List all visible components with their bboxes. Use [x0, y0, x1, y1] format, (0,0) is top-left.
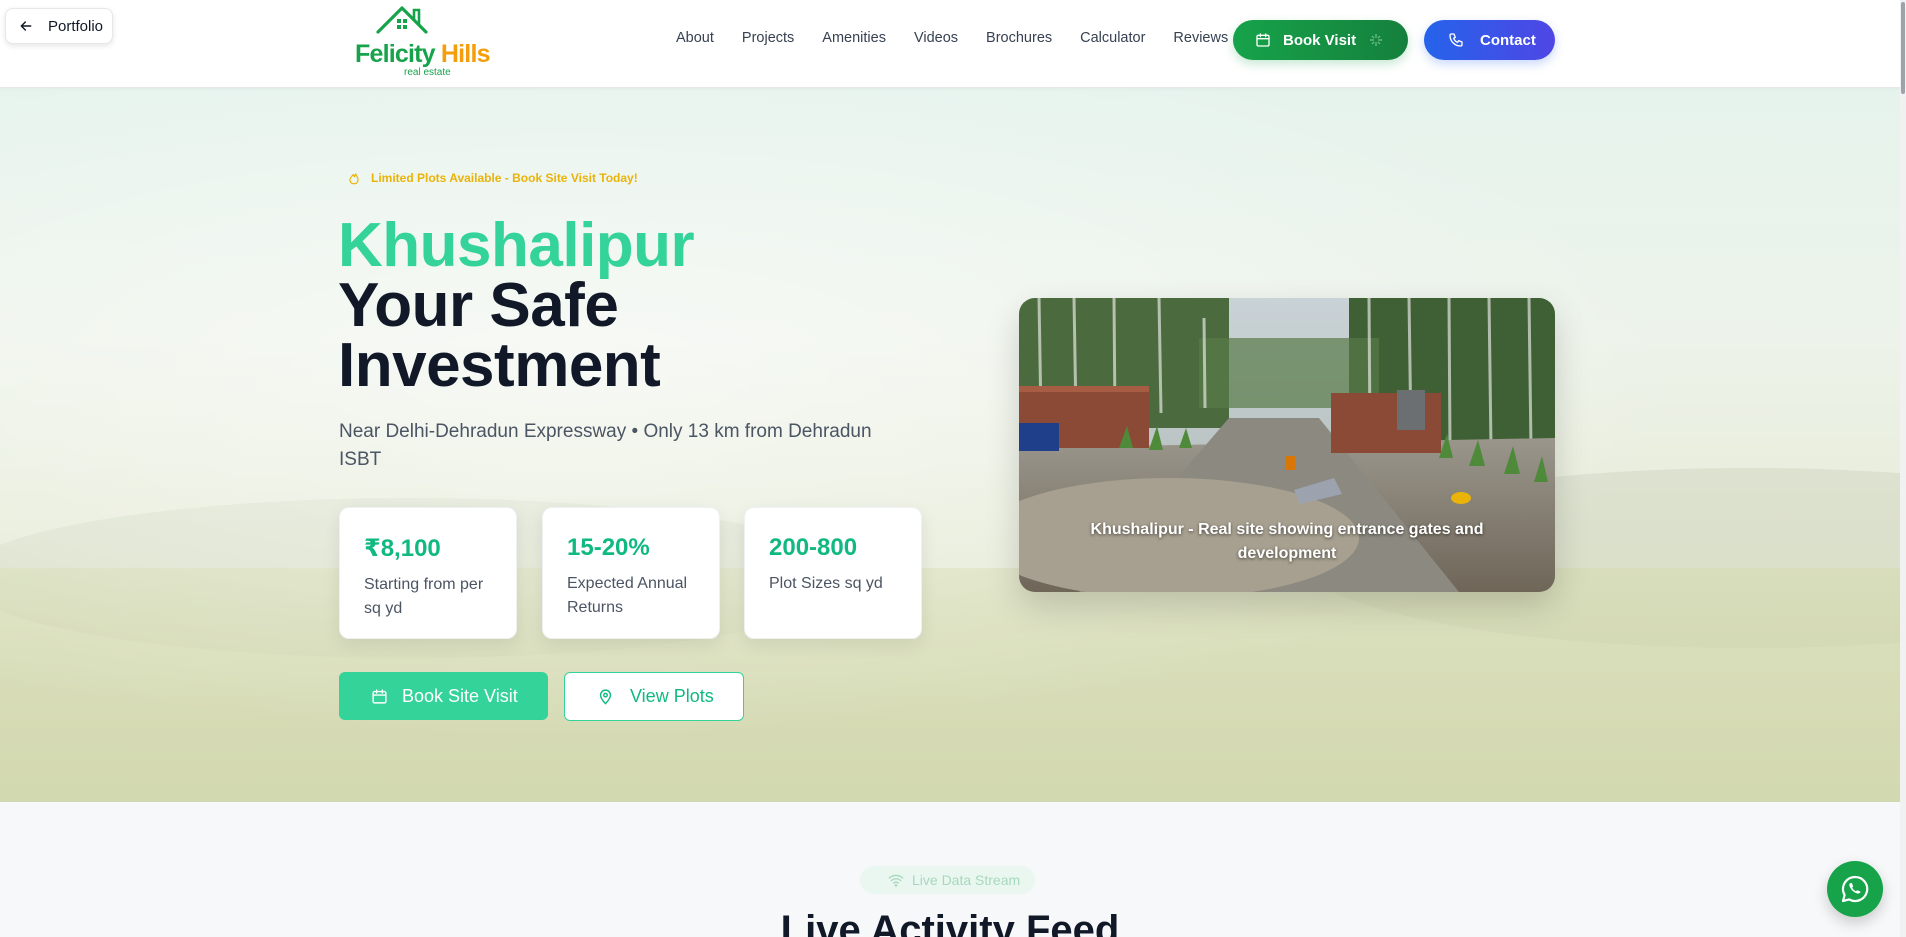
- page-scrollbar[interactable]: [1900, 0, 1906, 937]
- felicity-hills-logo[interactable]: Felicity Hills real estate: [352, 4, 492, 78]
- stat-card-returns: 15-20% Expected Annual Returns: [542, 507, 720, 639]
- view-plots-button[interactable]: View Plots: [564, 672, 744, 721]
- portfolio-label: Portfolio: [48, 17, 104, 35]
- nav-item-projects[interactable]: Projects: [742, 30, 794, 46]
- book-site-visit-label: Book Site Visit: [402, 685, 518, 706]
- sparkle-icon: [1370, 34, 1383, 46]
- map-pin-icon: [599, 689, 612, 705]
- site-photo-caption: Khushalipur - Real site showing entrance…: [1090, 521, 1484, 562]
- book-site-visit-button[interactable]: Book Site Visit: [339, 672, 548, 720]
- badge-text: Limited Plots Available - Book Site Visi…: [371, 171, 638, 185]
- view-plots-label: View Plots: [630, 686, 714, 706]
- wifi-icon: [888, 874, 904, 887]
- main-nav: About Projects Amenities Videos Brochure…: [676, 30, 1228, 46]
- nav-item-brochures[interactable]: Brochures: [986, 30, 1052, 46]
- stat-value: 200-800: [769, 534, 858, 561]
- hero-section: Limited Plots Available - Book Site Visi…: [0, 88, 1900, 802]
- stat-label: Plot Sizes sq yd: [769, 575, 883, 592]
- site-photo-card[interactable]: Khushalipur - Real site showing entrance…: [1019, 298, 1555, 592]
- stat-value: 15-20%: [567, 534, 650, 561]
- portfolio-back-button[interactable]: Portfolio: [5, 8, 113, 44]
- book-visit-label: Book Visit: [1283, 31, 1357, 49]
- nav-item-reviews[interactable]: Reviews: [1173, 30, 1228, 46]
- hero-title-line3: Investment: [338, 331, 661, 400]
- nav-item-videos[interactable]: Videos: [914, 30, 958, 46]
- logo-wordmark: Felicity Hills: [355, 40, 490, 69]
- whatsapp-chat-button[interactable]: [1827, 861, 1883, 917]
- stat-card-plot-sizes: 200-800 Plot Sizes sq yd: [744, 507, 922, 639]
- stat-card-price: ₹8,100 Starting from per sq yd: [339, 507, 517, 639]
- hero-title-line2: Your Safe: [338, 271, 619, 340]
- logo-word-felicity: Felicity: [355, 40, 436, 68]
- arrow-left-icon: [20, 21, 32, 31]
- contact-label: Contact: [1480, 31, 1536, 49]
- stat-label: Expected Annual Returns: [567, 575, 688, 616]
- calendar-icon: [372, 688, 387, 704]
- nav-item-about[interactable]: About: [676, 30, 714, 46]
- nav-item-amenities[interactable]: Amenities: [822, 30, 886, 46]
- stat-label: Starting from per sq yd: [364, 576, 484, 617]
- house-roof-icon: [376, 6, 428, 34]
- hero-subtitle: Near Delhi-Dehradun Expressway • Only 13…: [339, 421, 872, 470]
- logo-word-hills: Hills: [440, 40, 491, 68]
- scrollbar-thumb[interactable]: [1901, 2, 1905, 94]
- phone-icon: [1449, 33, 1463, 47]
- hero-title-location: Khushalipur: [338, 211, 695, 280]
- hero-title: Khushalipur Your Safe Investment: [338, 211, 695, 400]
- site-header: Portfolio Felicity Hills real estate Abo…: [0, 0, 1900, 88]
- contact-button[interactable]: Contact: [1424, 20, 1555, 60]
- limited-plots-badge: Limited Plots Available - Book Site Visi…: [347, 171, 638, 185]
- hero-bg-haze: [0, 88, 1900, 802]
- section-title: Live Activity Feed: [780, 908, 1120, 937]
- stat-value: ₹8,100: [364, 535, 441, 562]
- live-pill-label: Live Data Stream: [912, 872, 1021, 888]
- book-visit-button[interactable]: Book Visit: [1233, 20, 1408, 60]
- calendar-icon: [1256, 33, 1270, 47]
- live-activity-section: Live Data Stream Live Activity Feed: [0, 802, 1900, 937]
- nav-item-calculator[interactable]: Calculator: [1080, 30, 1145, 46]
- live-data-stream-badge: Live Data Stream: [860, 866, 1035, 894]
- flame-icon: [349, 173, 359, 185]
- logo-tagline: real estate: [404, 67, 451, 78]
- whatsapp-icon: [1841, 875, 1869, 903]
